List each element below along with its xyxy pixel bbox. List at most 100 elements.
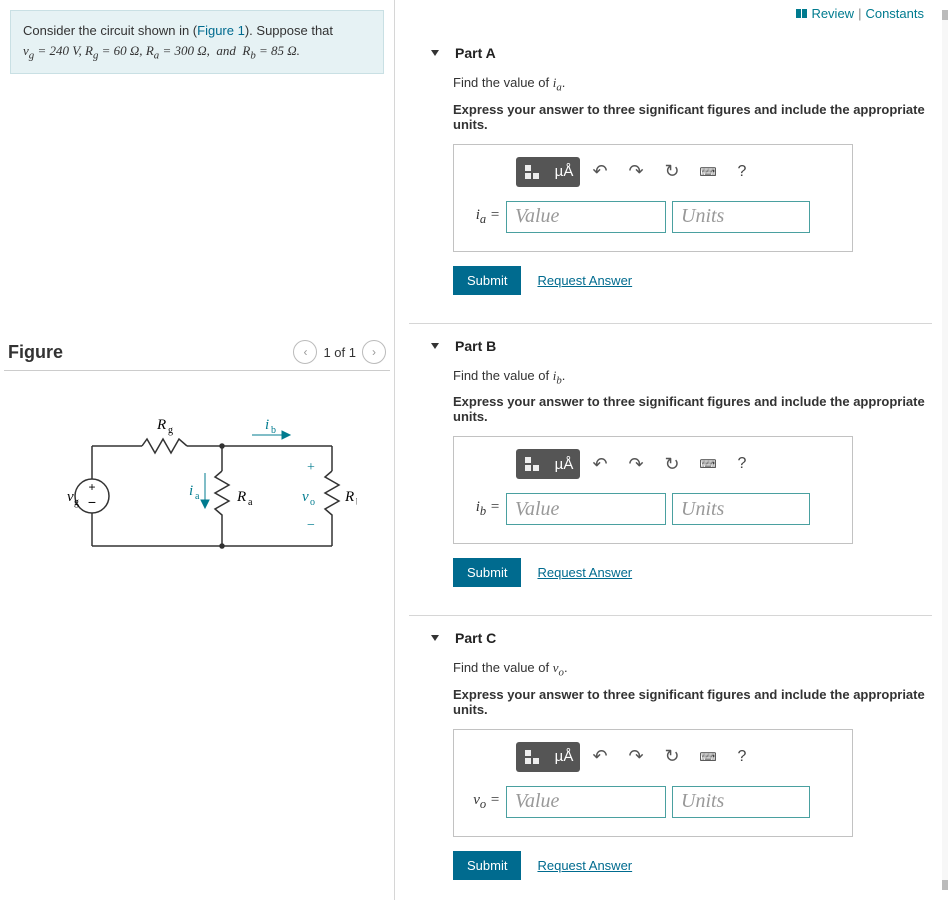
svg-text:+: + [88, 480, 95, 494]
review-link[interactable]: Review [811, 6, 854, 21]
part-c-header[interactable]: Part C [421, 630, 932, 646]
greek-button[interactable]: µÅ [548, 742, 580, 772]
part-a-title: Part A [455, 45, 496, 61]
collapse-icon [431, 343, 439, 349]
part-b: Part B Find the value of ib. Express you… [409, 323, 932, 612]
part-c-submit-button[interactable]: Submit [453, 851, 521, 880]
templates-button[interactable] [516, 157, 548, 187]
redo-button[interactable]: ↷ [620, 157, 652, 187]
svg-text:g: g [168, 425, 173, 436]
svg-text:v: v [302, 489, 309, 505]
part-c-answer-box: µÅ ↶ ↷ ↻ ⌨ ? vo = [453, 729, 853, 837]
figure-title: Figure [8, 342, 63, 363]
svg-text:i: i [265, 417, 269, 433]
figure-nav: ‹ 1 of 1 › [293, 340, 386, 364]
svg-text:R: R [344, 489, 354, 505]
right-panel-scrollbar[interactable] [942, 10, 948, 890]
greek-button[interactable]: µÅ [548, 449, 580, 479]
part-a-header[interactable]: Part A [421, 45, 932, 61]
help-button[interactable]: ? [728, 742, 756, 772]
svg-text:R: R [156, 417, 166, 433]
part-a-instructions: Express your answer to three significant… [453, 102, 932, 132]
part-b-request-answer-link[interactable]: Request Answer [537, 565, 632, 580]
part-c-request-answer-link[interactable]: Request Answer [537, 858, 632, 873]
help-button[interactable]: ? [728, 449, 756, 479]
answer-panel: Review | Constants Part A Find the value… [395, 0, 950, 900]
part-b-toolbar: µÅ ↶ ↷ ↻ ⌨ ? [468, 449, 838, 479]
part-b-value-input[interactable] [506, 493, 666, 525]
part-a-units-input[interactable] [672, 201, 810, 233]
part-a-toolbar: µÅ ↶ ↷ ↻ ⌨ ? [468, 157, 838, 187]
figure-link[interactable]: Figure 1 [197, 23, 245, 38]
svg-text:o: o [310, 497, 315, 508]
greek-button[interactable]: µÅ [548, 157, 580, 187]
part-a-submit-button[interactable]: Submit [453, 266, 521, 295]
keyboard-button[interactable]: ⌨ [692, 742, 724, 772]
part-b-submit-button[interactable]: Submit [453, 558, 521, 587]
part-c-var-label: vo = [468, 792, 500, 812]
svg-text:a: a [195, 491, 200, 502]
figure-prev-button[interactable]: ‹ [293, 340, 317, 364]
reset-button[interactable]: ↻ [656, 449, 688, 479]
part-c: Part C Find the value of vo. Express you… [409, 615, 932, 900]
part-c-units-input[interactable] [672, 786, 810, 818]
part-a-answer-box: µÅ ↶ ↷ ↻ ⌨ ? ia = [453, 144, 853, 252]
keyboard-button[interactable]: ⌨ [692, 449, 724, 479]
undo-button[interactable]: ↶ [584, 742, 616, 772]
svg-text:−: − [307, 518, 315, 533]
part-b-title: Part B [455, 338, 496, 354]
part-a: Part A Find the value of ia. Express you… [409, 31, 932, 319]
reset-button[interactable]: ↻ [656, 742, 688, 772]
problem-statement: Consider the circuit shown in (Figure 1)… [10, 10, 384, 74]
problem-values: vg = 240 V, Rg = 60 Ω, Ra = 300 Ω, and R… [23, 43, 300, 58]
figure-next-button[interactable]: › [362, 340, 386, 364]
svg-text:g: g [74, 497, 79, 508]
svg-text:b: b [271, 425, 276, 436]
collapse-icon [431, 635, 439, 641]
scroll-up-icon [942, 10, 948, 20]
templates-button[interactable] [516, 449, 548, 479]
part-b-instructions: Express your answer to three significant… [453, 394, 932, 424]
topbar: Review | Constants [409, 0, 942, 27]
scroll-down-icon [942, 880, 948, 890]
part-c-title: Part C [455, 630, 496, 646]
part-b-units-input[interactable] [672, 493, 810, 525]
templates-button[interactable] [516, 742, 548, 772]
undo-button[interactable]: ↶ [584, 157, 616, 187]
part-c-toolbar: µÅ ↶ ↷ ↻ ⌨ ? [468, 742, 838, 772]
svg-text:i: i [189, 483, 193, 499]
part-c-instructions: Express your answer to three significant… [453, 687, 932, 717]
constants-link[interactable]: Constants [865, 6, 924, 21]
collapse-icon [431, 50, 439, 56]
part-b-var-label: ib = [468, 499, 500, 519]
part-a-value-input[interactable] [506, 201, 666, 233]
help-button[interactable]: ? [728, 157, 756, 187]
part-b-answer-box: µÅ ↶ ↷ ↻ ⌨ ? ib = [453, 436, 853, 544]
figure-counter: 1 of 1 [323, 345, 356, 360]
svg-text:v: v [67, 489, 74, 505]
keyboard-button[interactable]: ⌨ [692, 157, 724, 187]
svg-text:b: b [356, 497, 357, 508]
part-c-prompt: Find the value of vo. [453, 660, 932, 679]
topbar-separator: | [854, 6, 865, 21]
problem-panel: Consider the circuit shown in (Figure 1)… [0, 0, 395, 900]
part-a-var-label: ia = [468, 207, 500, 227]
redo-button[interactable]: ↷ [620, 742, 652, 772]
figure-header: Figure ‹ 1 of 1 › [4, 334, 390, 371]
undo-button[interactable]: ↶ [584, 449, 616, 479]
redo-button[interactable]: ↷ [620, 449, 652, 479]
problem-intro-pre: Consider the circuit shown in ( [23, 23, 197, 38]
svg-text:R: R [236, 489, 246, 505]
part-c-value-input[interactable] [506, 786, 666, 818]
circuit-figure: + − v g R g R a R b i [4, 411, 390, 581]
svg-text:a: a [248, 497, 253, 508]
problem-intro-post: ). Suppose that [245, 23, 333, 38]
flag-icon [796, 9, 807, 18]
part-b-header[interactable]: Part B [421, 338, 932, 354]
svg-text:−: − [88, 494, 96, 510]
part-a-request-answer-link[interactable]: Request Answer [537, 273, 632, 288]
reset-button[interactable]: ↻ [656, 157, 688, 187]
part-a-prompt: Find the value of ia. [453, 75, 932, 94]
part-b-prompt: Find the value of ib. [453, 368, 932, 387]
svg-text:+: + [307, 460, 315, 475]
